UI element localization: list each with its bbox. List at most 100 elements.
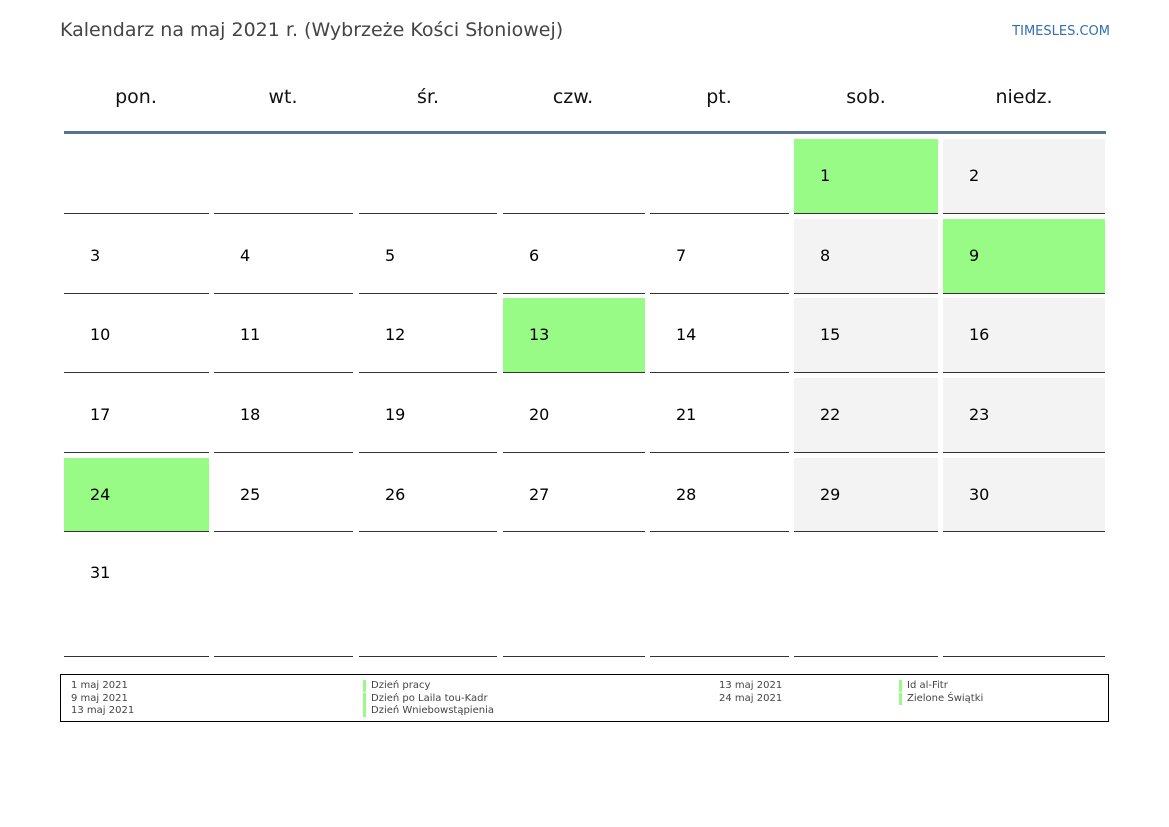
header-divider	[64, 131, 1106, 134]
cell-underline	[359, 372, 497, 373]
weekday-label: sob.	[846, 86, 886, 108]
day-number: 31	[90, 563, 111, 582]
day-cell	[359, 139, 497, 214]
day-cell[interactable]: 17	[64, 378, 209, 453]
day-cell[interactable]: 27	[503, 458, 645, 532]
weekday-label: czw.	[552, 86, 594, 108]
weekday-label: śr.	[416, 86, 439, 108]
day-cell[interactable]: 1	[794, 139, 938, 214]
day-number: 13	[529, 325, 550, 344]
cell-underline	[64, 656, 209, 657]
day-cell[interactable]: 23	[943, 378, 1105, 453]
day-cell[interactable]: 18	[214, 378, 353, 453]
cell-underline	[650, 656, 789, 657]
cell-underline	[943, 213, 1105, 214]
cell-underline	[503, 372, 645, 373]
cell-underline	[650, 531, 789, 532]
day-cell[interactable]: 31	[64, 537, 209, 657]
legend-holiday-name: Zielone Świątki	[899, 692, 983, 706]
day-cell[interactable]: 5	[359, 219, 497, 294]
legend-date: 24 maj 2021	[719, 692, 783, 704]
day-cell[interactable]: 11	[214, 298, 353, 373]
cell-underline	[359, 531, 497, 532]
day-cell[interactable]: 6	[503, 219, 645, 294]
day-number: 25	[240, 485, 261, 504]
cell-underline	[64, 293, 209, 294]
day-number: 5	[385, 246, 396, 265]
day-cell[interactable]: 15	[794, 298, 938, 373]
cell-underline	[64, 452, 209, 453]
holiday-legend: 1 maj 2021 9 maj 2021 13 maj 2021 Dzień …	[60, 674, 1109, 722]
day-cell[interactable]: 16	[943, 298, 1105, 373]
day-number: 20	[529, 405, 550, 424]
day-cell[interactable]: 2	[943, 139, 1105, 214]
day-cell[interactable]: 19	[359, 378, 497, 453]
legend-dates-right: 13 maj 2021 24 maj 2021	[719, 680, 782, 705]
day-number: 28	[676, 485, 697, 504]
day-cell[interactable]: 29	[794, 458, 938, 532]
cell-underline	[943, 656, 1105, 657]
legend-date: 1 maj 2021	[71, 680, 128, 691]
weekday-label: pt.	[706, 86, 732, 108]
legend-names-right: Id al-Fitr Zielone Świątki	[899, 680, 983, 705]
day-number: 1	[820, 166, 831, 185]
day-number: 27	[529, 485, 550, 504]
day-number: 11	[240, 325, 261, 344]
day-cell[interactable]: 26	[359, 458, 497, 532]
day-cell[interactable]: 8	[794, 219, 938, 294]
day-cell[interactable]: 21	[650, 378, 789, 453]
day-cell	[359, 537, 497, 657]
legend-holiday-name: Dzień Wniebowstąpienia	[363, 705, 494, 718]
day-number: 4	[240, 246, 251, 265]
day-number: 15	[820, 325, 841, 344]
day-cell[interactable]: 3	[64, 219, 209, 294]
day-cell[interactable]: 30	[943, 458, 1105, 532]
cell-underline	[214, 213, 353, 214]
day-cell[interactable]: 4	[214, 219, 353, 294]
legend-names-left: Dzień pracy Dzień po Laila tou-Kadr Dzie…	[363, 680, 494, 718]
weekday-label: niedz.	[995, 86, 1053, 108]
cell-underline	[214, 656, 353, 657]
day-number: 21	[676, 405, 697, 424]
day-number: 26	[385, 485, 406, 504]
day-cell[interactable]: 7	[650, 219, 789, 294]
cell-underline	[943, 293, 1105, 294]
day-cell[interactable]: 10	[64, 298, 209, 373]
day-number: 17	[90, 405, 111, 424]
day-number: 7	[676, 246, 687, 265]
cell-underline	[503, 293, 645, 294]
day-cell[interactable]: 22	[794, 378, 938, 453]
cell-underline	[650, 372, 789, 373]
day-number: 23	[969, 405, 990, 424]
cell-underline	[943, 531, 1105, 532]
day-cell	[650, 537, 789, 657]
day-cell[interactable]: 20	[503, 378, 645, 453]
cell-underline	[214, 531, 353, 532]
day-cell[interactable]: 25	[214, 458, 353, 532]
cell-underline	[794, 452, 938, 453]
day-number: 16	[969, 325, 990, 344]
cell-underline	[794, 531, 938, 532]
day-cell	[503, 139, 645, 214]
day-number: 22	[820, 405, 841, 424]
cell-underline	[794, 213, 938, 214]
day-number: 24	[90, 485, 111, 504]
day-number: 19	[385, 405, 406, 424]
day-number: 9	[969, 246, 980, 265]
day-cell[interactable]: 9	[943, 219, 1105, 294]
cell-underline	[650, 293, 789, 294]
day-cell[interactable]: 13	[503, 298, 645, 373]
day-number: 6	[529, 246, 540, 265]
cell-underline	[359, 293, 497, 294]
brand-link[interactable]: TIMESLES.COM	[1012, 24, 1110, 39]
day-cell[interactable]: 28	[650, 458, 789, 532]
day-cell[interactable]: 14	[650, 298, 789, 373]
day-cell[interactable]: 12	[359, 298, 497, 373]
cell-underline	[359, 452, 497, 453]
day-number: 8	[820, 246, 831, 265]
day-cell[interactable]: 24	[64, 458, 209, 532]
day-cell	[650, 139, 789, 214]
day-cell	[214, 139, 353, 214]
cell-underline	[503, 452, 645, 453]
legend-dates-left: 1 maj 2021 9 maj 2021 13 maj 2021	[71, 680, 134, 718]
